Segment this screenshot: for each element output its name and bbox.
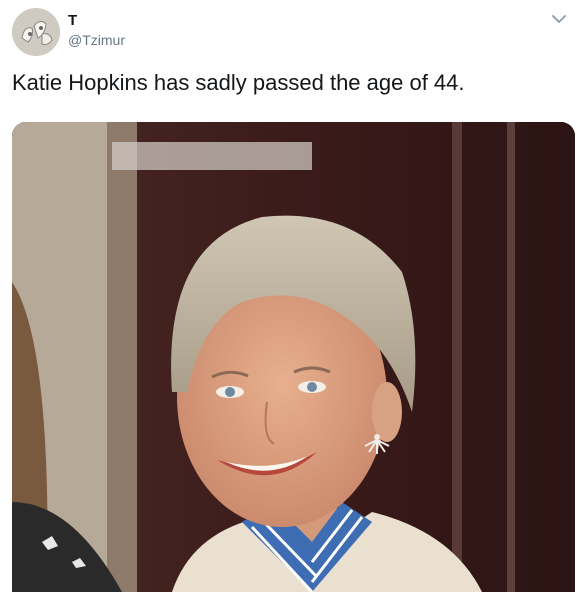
tweet-text: Katie Hopkins has sadly passed the age o…: [12, 70, 465, 95]
avatar[interactable]: [12, 8, 60, 56]
more-options-button[interactable]: [551, 12, 567, 24]
tweet-photo[interactable]: [12, 122, 575, 592]
user-handle[interactable]: @Tzimur: [68, 32, 125, 48]
avatar-image: [12, 8, 60, 56]
chevron-down-icon: [552, 15, 566, 23]
display-name[interactable]: T: [68, 12, 77, 30]
portrait-photo: [12, 122, 575, 592]
